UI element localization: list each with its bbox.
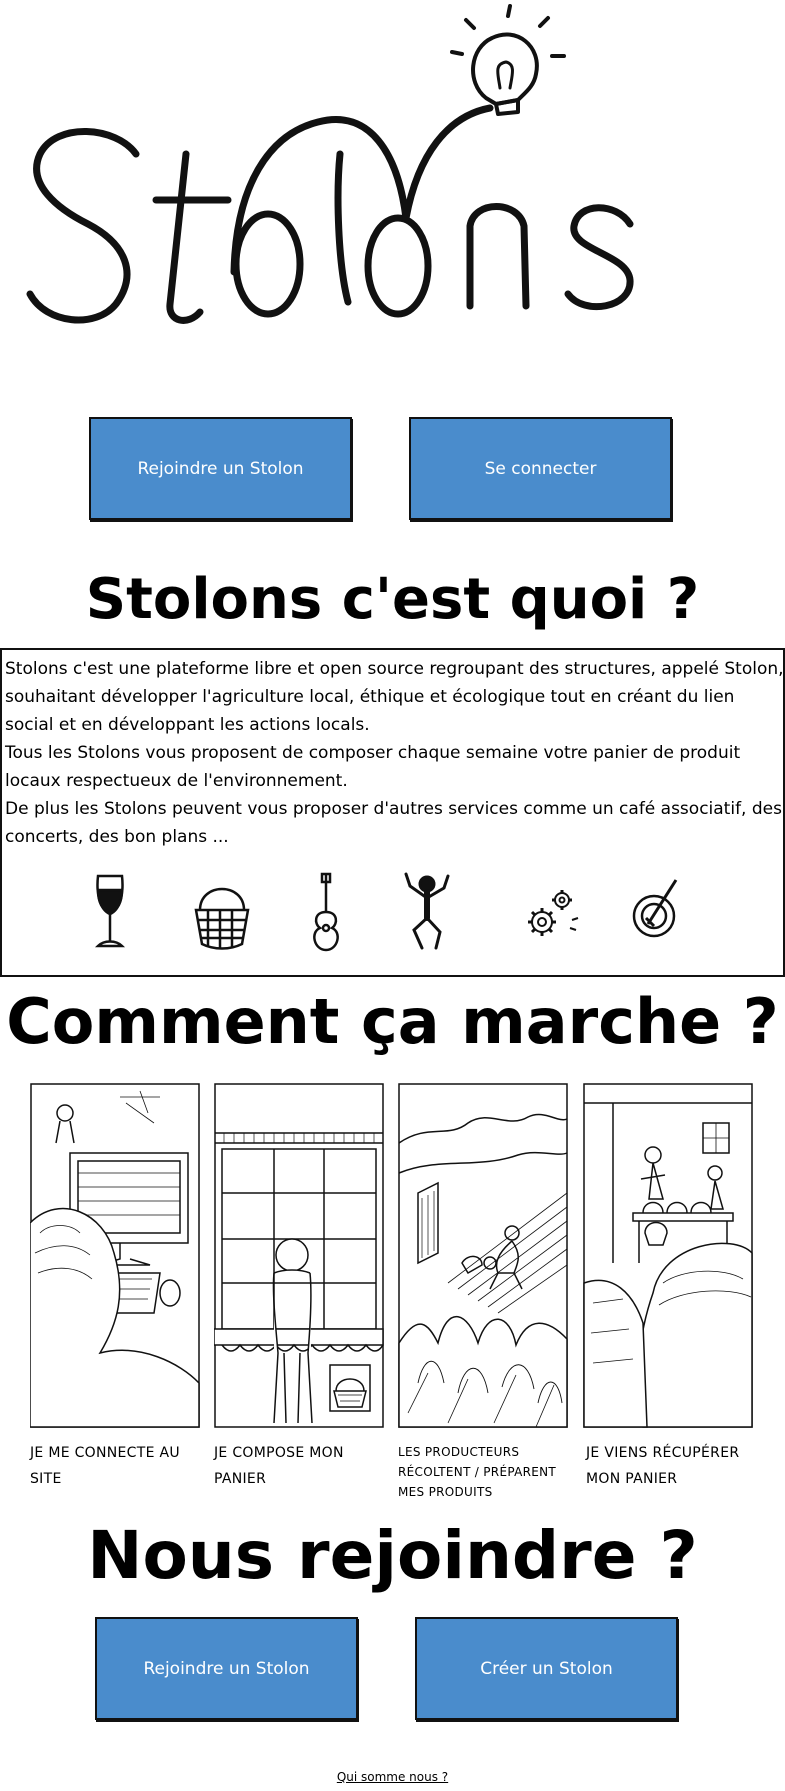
about-box: Stolons c'est une plateforme libre et op…: [0, 648, 785, 977]
login-button[interactable]: Se connecter: [409, 417, 672, 520]
services-icons: [2, 872, 783, 952]
step-caption-3: LES PRODUCTEURS RÉCOLTENT / PRÉPARENT ME…: [398, 1445, 557, 1499]
about-text: Stolons c'est une plateforme libre et op…: [5, 655, 785, 851]
panel-pickup-illustration: [583, 1083, 753, 1428]
about-paragraph: De plus les Stolons peuvent vous propose…: [5, 799, 782, 847]
basket-icon: [194, 887, 250, 950]
step-caption-1: JE ME CONNECTE AU SITE: [30, 1445, 180, 1487]
panel-compose-illustration: [214, 1083, 384, 1428]
stolons-logo: [26, 4, 634, 324]
dancer-icon: [404, 872, 450, 950]
panel-harvest-illustration: [398, 1083, 568, 1428]
step-caption-4: JE VIENS RÉCUPÉRER MON PANIER: [586, 1445, 740, 1487]
wine-glass-icon: [94, 874, 126, 948]
guitar-icon: [313, 872, 339, 952]
plate-icon: [632, 879, 678, 938]
how-heading: Comment ça marche ?: [6, 985, 779, 1058]
about-paragraph: Tous les Stolons vous proposent de compo…: [5, 743, 741, 791]
step-caption-2: JE COMPOSE MON PANIER: [214, 1445, 344, 1487]
about-paragraph: Stolons c'est une plateforme libre et op…: [5, 659, 784, 735]
panel-connect-illustration: [30, 1083, 200, 1428]
join-stolon-button-top[interactable]: Rejoindre un Stolon: [89, 417, 352, 520]
join-heading: Nous rejoindre ?: [87, 1517, 698, 1594]
about-heading: Stolons c'est quoi ?: [85, 567, 700, 632]
about-us-link[interactable]: Qui somme nous ?: [0, 1770, 785, 1784]
create-stolon-button[interactable]: Créer un Stolon: [415, 1617, 678, 1720]
join-stolon-button-bottom[interactable]: Rejoindre un Stolon: [95, 1617, 358, 1720]
gears-icon: [528, 890, 579, 936]
